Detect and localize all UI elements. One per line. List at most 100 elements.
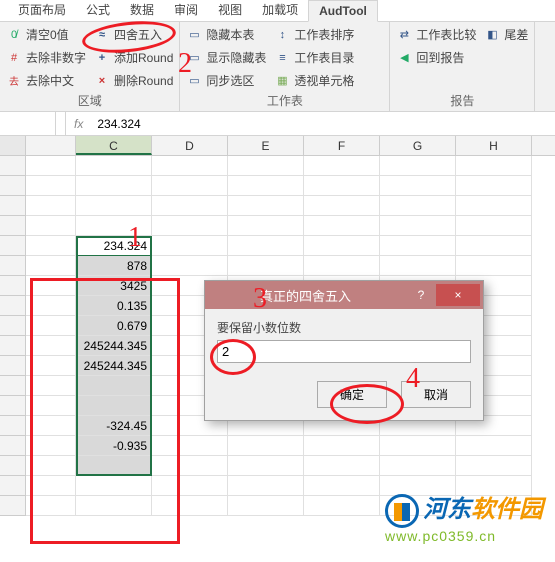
col-header-f[interactable]: F	[304, 136, 380, 155]
row-header[interactable]	[0, 456, 26, 476]
row-header[interactable]	[0, 196, 26, 216]
cell[interactable]	[456, 436, 532, 456]
cell[interactable]	[304, 476, 380, 496]
cell[interactable]	[304, 216, 380, 236]
row-header[interactable]	[0, 336, 26, 356]
row-header[interactable]	[0, 296, 26, 316]
cell[interactable]	[380, 156, 456, 176]
cell[interactable]	[380, 196, 456, 216]
cell[interactable]	[380, 456, 456, 476]
row-header[interactable]	[0, 496, 26, 516]
cell[interactable]	[228, 256, 304, 276]
dialog-ok-button[interactable]: 确定	[317, 381, 387, 408]
cell[interactable]	[304, 196, 380, 216]
cell[interactable]	[76, 456, 152, 476]
cell[interactable]	[456, 216, 532, 236]
cmd-sheet-sort[interactable]: 工作表排序	[274, 26, 354, 43]
dialog-cancel-button[interactable]: 取消	[401, 381, 471, 408]
cell[interactable]	[152, 196, 228, 216]
cmd-tail-diff[interactable]: 尾差	[484, 26, 528, 43]
cell[interactable]	[380, 476, 456, 496]
row-header[interactable]	[0, 216, 26, 236]
cell[interactable]	[76, 376, 152, 396]
cell[interactable]	[380, 256, 456, 276]
cmd-clear-zero[interactable]: 清空0值	[6, 26, 86, 43]
cell[interactable]	[228, 496, 304, 516]
formula-input[interactable]	[91, 117, 555, 131]
row-header[interactable]	[0, 436, 26, 456]
cell[interactable]	[228, 236, 304, 256]
cell[interactable]	[228, 156, 304, 176]
cell[interactable]	[152, 256, 228, 276]
cell[interactable]	[456, 236, 532, 256]
cell[interactable]	[380, 496, 456, 516]
cell[interactable]	[304, 156, 380, 176]
cmd-remove-nondigit[interactable]: 去除非数字	[6, 49, 86, 66]
cell[interactable]	[456, 476, 532, 496]
cell[interactable]	[456, 176, 532, 196]
tab-review[interactable]: 审阅	[164, 0, 208, 21]
row-header[interactable]	[0, 156, 26, 176]
cmd-add-round[interactable]: 添加Round	[94, 49, 173, 66]
cell[interactable]	[152, 216, 228, 236]
cell[interactable]	[304, 256, 380, 276]
cell[interactable]	[152, 436, 228, 456]
cell[interactable]	[380, 236, 456, 256]
cell[interactable]	[380, 176, 456, 196]
fx-icon[interactable]: fx	[66, 117, 91, 131]
row-header[interactable]	[0, 316, 26, 336]
col-header-e[interactable]: E	[228, 136, 304, 155]
row-header[interactable]	[0, 236, 26, 256]
tab-addin[interactable]: 加载项	[252, 0, 308, 21]
tab-view[interactable]: 视图	[208, 0, 252, 21]
cell[interactable]	[76, 496, 152, 516]
cell[interactable]	[456, 196, 532, 216]
tab-data[interactable]: 数据	[120, 0, 164, 21]
cell[interactable]	[152, 236, 228, 256]
cell[interactable]	[304, 496, 380, 516]
cell[interactable]	[152, 456, 228, 476]
cell[interactable]	[76, 176, 152, 196]
col-header-g[interactable]: G	[380, 136, 456, 155]
tab-formula[interactable]: 公式	[76, 0, 120, 21]
cell[interactable]	[380, 436, 456, 456]
cell[interactable]	[76, 156, 152, 176]
cell[interactable]	[228, 476, 304, 496]
cell[interactable]	[380, 216, 456, 236]
cell[interactable]	[76, 476, 152, 496]
cell[interactable]	[456, 256, 532, 276]
cell[interactable]	[152, 476, 228, 496]
row-header[interactable]	[0, 396, 26, 416]
cell[interactable]	[456, 496, 532, 516]
cell[interactable]	[228, 456, 304, 476]
cell[interactable]	[228, 176, 304, 196]
decimal-places-input[interactable]	[217, 340, 471, 363]
name-box[interactable]	[0, 112, 56, 135]
row-header[interactable]	[0, 476, 26, 496]
dialog-close-button[interactable]: ×	[436, 284, 480, 306]
cell[interactable]: 0.679	[76, 316, 152, 336]
cell[interactable]	[304, 436, 380, 456]
cell[interactable]	[228, 196, 304, 216]
row-header[interactable]	[0, 376, 26, 396]
tab-layout[interactable]: 页面布局	[8, 0, 76, 21]
cell[interactable]	[152, 496, 228, 516]
cmd-trans-cell[interactable]: 透视单元格	[274, 72, 354, 89]
cell[interactable]: 878	[76, 256, 152, 276]
cell[interactable]: 3425	[76, 276, 152, 296]
row-header[interactable]	[0, 276, 26, 296]
cell[interactable]: 234.324	[76, 236, 152, 256]
row-header[interactable]	[0, 256, 26, 276]
dialog-titlebar[interactable]: 真正的四舍五入 ? ×	[205, 281, 483, 309]
cell[interactable]	[152, 156, 228, 176]
cell[interactable]	[152, 176, 228, 196]
cmd-del-round[interactable]: 删除Round	[94, 72, 173, 89]
cell[interactable]: 0.135	[76, 296, 152, 316]
cell[interactable]	[304, 456, 380, 476]
cmd-sync-sel[interactable]: 同步选区	[186, 72, 266, 89]
cell[interactable]: -324.45	[76, 416, 152, 436]
col-header-c[interactable]: C	[76, 136, 152, 155]
cmd-remove-chinese[interactable]: 去除中文	[6, 72, 86, 89]
col-header-d[interactable]: D	[152, 136, 228, 155]
cell[interactable]	[228, 216, 304, 236]
